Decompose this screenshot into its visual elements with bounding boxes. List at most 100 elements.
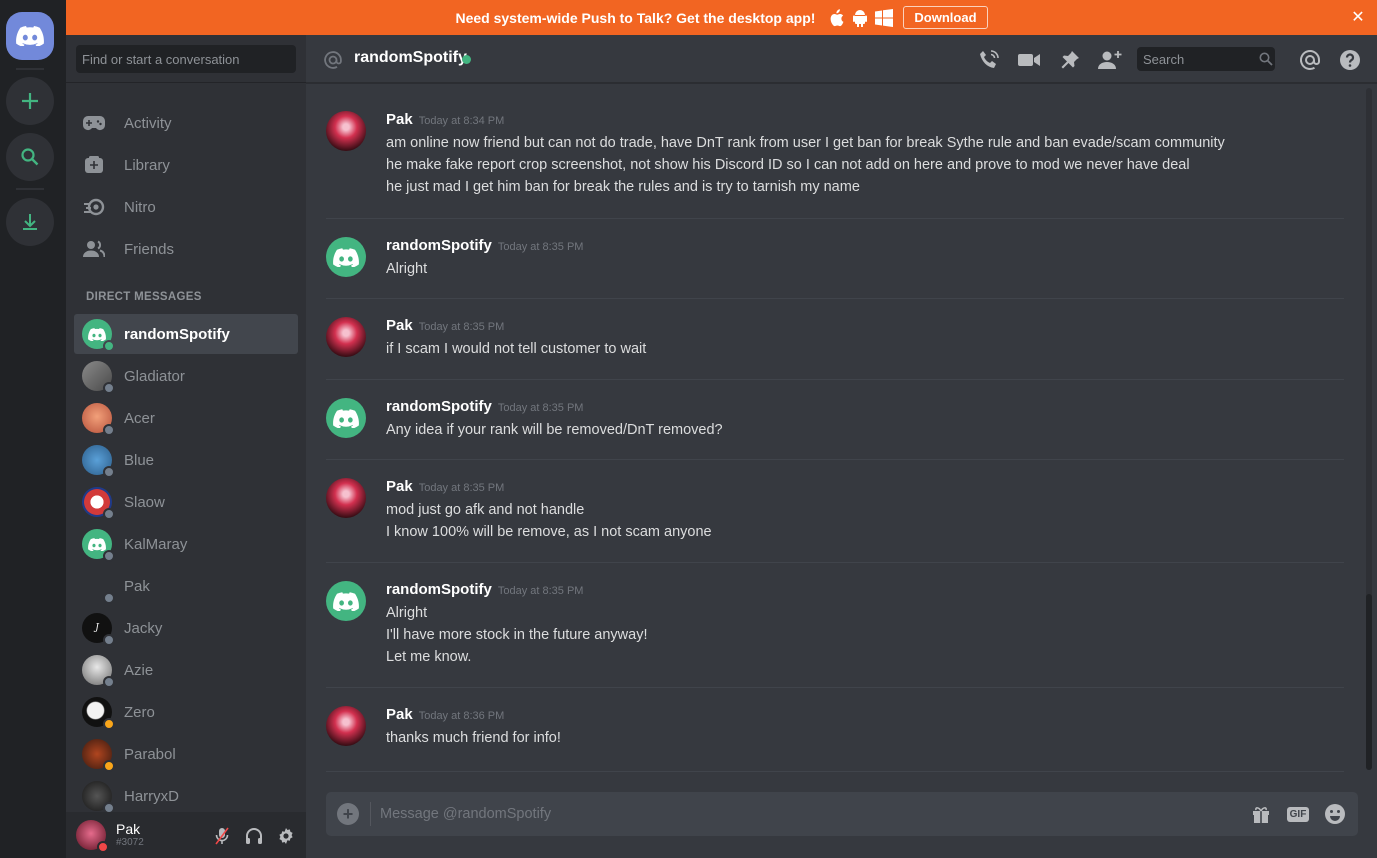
message-author[interactable]: randomSpotify Today at 8:35 PM — [386, 398, 583, 415]
friends-icon — [82, 237, 106, 261]
video-call-icon[interactable] — [1017, 48, 1041, 72]
chat-title: randomSpotify — [354, 49, 467, 66]
mentions-icon[interactable] — [1298, 48, 1322, 72]
author-name: Pak — [386, 706, 413, 723]
nitro-icon — [82, 195, 106, 219]
avatar: J — [82, 613, 115, 646]
dm-name: Blue — [124, 451, 155, 469]
discord-home-icon[interactable] — [6, 12, 54, 60]
message-group: Pak Today at 8:35 PM mod just go afk and … — [326, 460, 1344, 563]
status-offline-dot — [103, 592, 115, 604]
dm-name: Zero — [124, 703, 155, 721]
direct-messages-header: DIRECT MESSAGES — [86, 291, 202, 303]
status-idle-dot — [103, 718, 115, 730]
dm-item-kalmaray[interactable]: KalMaray — [74, 524, 298, 564]
library-icon — [82, 153, 106, 177]
message-text: I know 100% will be remove, as I not sca… — [386, 524, 712, 540]
author-name: Pak — [386, 478, 413, 495]
message-author[interactable]: Pak Today at 8:34 PM — [386, 111, 504, 128]
status-online-dot — [103, 340, 115, 352]
status-offline-dot — [103, 508, 115, 520]
dm-name: Acer — [124, 409, 155, 427]
avatar[interactable] — [326, 111, 366, 151]
message-text: Alright — [386, 261, 428, 277]
desktop-app-banner: Need system-wide Push to Talk? Get the d… — [66, 0, 1377, 35]
message-author[interactable]: Pak Today at 8:35 PM — [386, 478, 504, 495]
find-conversation-input[interactable] — [76, 45, 296, 73]
message-timestamp: Today at 8:35 PM — [418, 482, 505, 494]
message-author[interactable]: Pak Today at 8:35 PM — [386, 317, 504, 334]
dm-item-blue[interactable]: Blue — [74, 440, 298, 480]
close-icon[interactable]: ✕ — [1349, 8, 1367, 26]
dm-name: KalMaray — [124, 535, 188, 553]
avatar[interactable] — [326, 398, 366, 438]
composer-divider — [370, 802, 371, 826]
dm-item-acer[interactable]: Acer — [74, 398, 298, 438]
message-list: Pak Today at 8:34 PM am online now friend… — [306, 83, 1364, 773]
emoji-icon[interactable] — [1323, 803, 1347, 825]
help-icon[interactable] — [1338, 48, 1362, 72]
add-friend-icon[interactable] — [1098, 48, 1122, 72]
headphones-icon[interactable] — [244, 826, 264, 846]
message-text: he make fake report crop screenshot, not… — [386, 157, 1190, 173]
pin-icon[interactable] — [1058, 48, 1082, 72]
voice-call-icon[interactable] — [977, 48, 1001, 72]
avatar[interactable] — [326, 581, 366, 621]
author-name: randomSpotify — [386, 581, 492, 598]
message-text: Alright — [386, 605, 428, 621]
mute-mic-icon[interactable] — [212, 826, 232, 846]
dm-item-pak[interactable]: Pak — [74, 566, 298, 606]
message-group: Pak Today at 8:34 PM am online now friend… — [326, 95, 1344, 219]
message-text: if I scam I would not tell customer to w… — [386, 341, 647, 357]
message-text: I'll have more stock in the future anywa… — [386, 627, 648, 643]
dm-item-randomspotify[interactable]: randomSpotify — [74, 314, 298, 354]
message-timestamp: Today at 8:35 PM — [418, 321, 505, 333]
message-input[interactable] — [380, 803, 1200, 825]
avatar[interactable] — [326, 317, 366, 357]
gif-icon[interactable]: GIF — [1286, 803, 1310, 825]
dm-item-parabol[interactable]: Parabol — [74, 734, 298, 774]
dm-item-azie[interactable]: Azie — [74, 650, 298, 690]
dm-name: Jacky — [124, 619, 163, 637]
add-server-icon[interactable] — [6, 77, 54, 125]
avatar — [82, 403, 115, 436]
nav-library[interactable]: Library — [74, 145, 298, 185]
nav-activity[interactable]: Activity — [74, 103, 298, 143]
message-author[interactable]: randomSpotify Today at 8:35 PM — [386, 581, 583, 598]
avatar[interactable] — [76, 820, 109, 853]
avatar[interactable] — [326, 478, 366, 518]
dm-item-jacky[interactable]: J Jacky — [74, 608, 298, 648]
settings-gear-icon[interactable] — [276, 826, 296, 846]
add-attachment-icon[interactable]: + — [337, 803, 359, 825]
os-icons — [827, 8, 894, 27]
gamepad-icon — [82, 111, 106, 135]
avatar — [82, 487, 115, 520]
avatar[interactable] — [326, 237, 366, 277]
at-icon — [322, 49, 344, 71]
message-author[interactable]: randomSpotify Today at 8:35 PM — [386, 237, 583, 254]
message-group: Pak Today at 8:36 PM thanks much friend f… — [326, 688, 1344, 772]
user-tag: #3072 — [116, 837, 144, 848]
scrollbar-thumb[interactable] — [1366, 594, 1372, 770]
nav-friends[interactable]: Friends — [74, 229, 298, 269]
gift-icon[interactable] — [1249, 803, 1273, 825]
status-offline-dot — [103, 466, 115, 478]
message-timestamp: Today at 8:35 PM — [497, 585, 584, 597]
author-name: Pak — [386, 317, 413, 334]
apple-icon — [827, 8, 845, 27]
download-apps-icon[interactable] — [6, 198, 54, 246]
download-button[interactable]: Download — [903, 6, 988, 29]
dm-name: HarryxD — [124, 787, 179, 805]
avatar — [82, 697, 115, 730]
avatar[interactable] — [326, 706, 366, 746]
nav-nitro[interactable]: Nitro — [74, 187, 298, 227]
chat-header: randomSpotify — [306, 35, 1377, 83]
dm-item-gladiator[interactable]: Gladiator — [74, 356, 298, 396]
avatar — [82, 781, 115, 814]
dm-item-slaow[interactable]: Slaow — [74, 482, 298, 522]
dm-item-zero[interactable]: Zero — [74, 692, 298, 732]
explore-search-icon[interactable] — [6, 133, 54, 181]
header-search-input[interactable] — [1137, 47, 1275, 71]
dm-item-harryxd[interactable]: HarryxD — [74, 776, 298, 816]
message-author[interactable]: Pak Today at 8:36 PM — [386, 706, 504, 723]
